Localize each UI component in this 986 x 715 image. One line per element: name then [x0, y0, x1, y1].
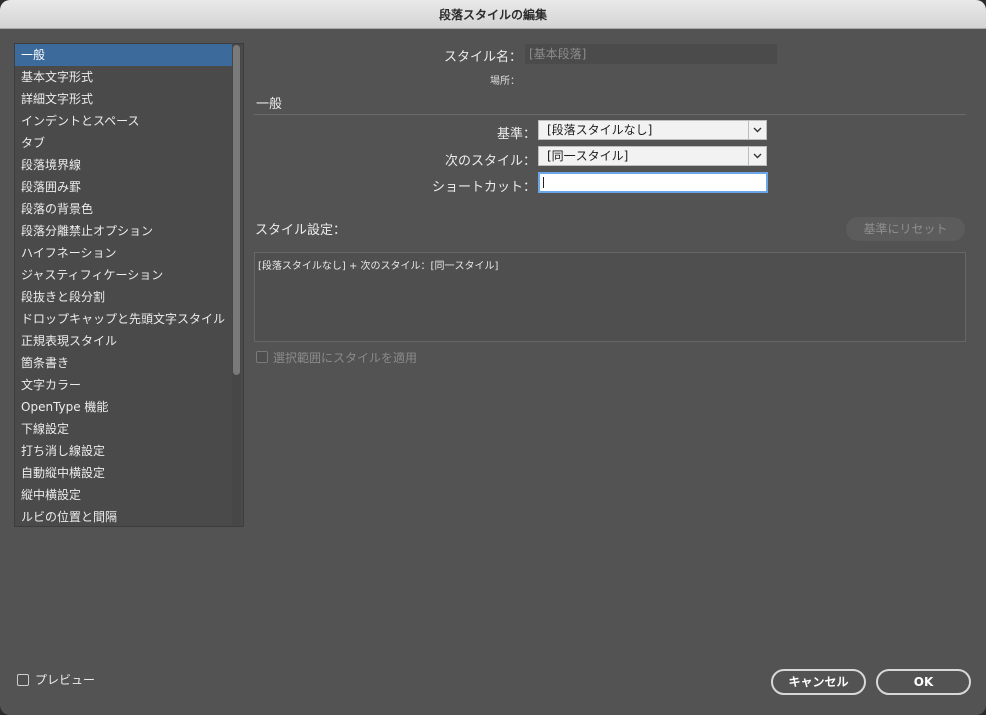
paragraph-style-dialog: 段落スタイルの編集 一般 基本文字形式 詳細文字形式 インデントとスペース タブ 段落境界…	[0, 0, 986, 715]
scrollbar-thumb[interactable]	[233, 45, 240, 375]
sidebar-item[interactable]: 段落境界線	[15, 154, 233, 176]
section-title: 一般	[256, 97, 283, 112]
sidebar-item[interactable]: 自動縦中横設定	[15, 462, 233, 484]
shortcut-label: ショートカット：	[431, 180, 536, 195]
next-style-value: [同一スタイル]	[547, 149, 629, 163]
apply-to-selection-checkbox[interactable]	[256, 351, 268, 363]
ok-button[interactable]: OK	[876, 669, 971, 695]
style-name-label: スタイル名：	[443, 50, 522, 65]
sidebar-item[interactable]: 段落の背景色	[15, 198, 233, 220]
based-on-value: [段落スタイルなし]	[547, 123, 653, 137]
sidebar-item[interactable]: ハイフネーション	[15, 242, 233, 264]
sidebar-item[interactable]: タブ	[15, 132, 233, 154]
sidebar-item[interactable]: 箇条書き	[15, 352, 233, 374]
section-divider	[254, 114, 966, 115]
sidebar-item[interactable]: 下線設定	[15, 418, 233, 440]
chevron-down-icon	[748, 147, 766, 165]
style-settings-label: スタイル設定：	[255, 223, 347, 238]
dialog-title: 段落スタイルの編集	[438, 7, 547, 22]
chevron-down-icon	[748, 121, 766, 139]
sidebar-item[interactable]: ジャスティフィケーション	[15, 264, 233, 286]
sidebar-item[interactable]: OpenType 機能	[15, 396, 233, 418]
next-style-label: 次のスタイル：	[444, 154, 536, 169]
reset-to-base-button[interactable]: 基準にリセット	[846, 217, 965, 241]
based-on-label: 基準：	[496, 127, 536, 142]
next-style-select[interactable]: [同一スタイル]	[538, 146, 767, 166]
sidebar-item[interactable]: 一般	[15, 44, 233, 66]
sidebar-item[interactable]: インデントとスペース	[15, 110, 233, 132]
based-on-select[interactable]: [段落スタイルなし]	[538, 120, 767, 140]
sidebar-item[interactable]: 段落囲み罫	[15, 176, 233, 198]
sidebar-item[interactable]: 基本文字形式	[15, 66, 233, 88]
title-bar: 段落スタイルの編集	[0, 0, 986, 29]
sidebar-item[interactable]: 段抜きと段分割	[15, 286, 233, 308]
style-settings-text: [段落スタイルなし] + 次のスタイル：[同一スタイル]	[258, 261, 499, 272]
category-list-scrollbar[interactable]	[232, 44, 241, 526]
preview-label: プレビュー	[35, 673, 96, 687]
location-label: 場所：	[490, 76, 520, 87]
sidebar-item[interactable]: 段落分離禁止オプション	[15, 220, 233, 242]
sidebar-item[interactable]: 詳細文字形式	[15, 88, 233, 110]
sidebar-item[interactable]: 文字カラー	[15, 374, 233, 396]
style-settings-box: [段落スタイルなし] + 次のスタイル：[同一スタイル]	[254, 252, 966, 342]
sidebar-item[interactable]: 正規表現スタイル	[15, 330, 233, 352]
apply-to-selection-label: 選択範囲にスタイルを適用	[273, 351, 418, 365]
category-list: 一般 基本文字形式 詳細文字形式 インデントとスペース タブ 段落境界線 段落囲み罫 段落の背…	[14, 43, 244, 527]
sidebar-item[interactable]: ドロップキャップと先頭文字スタイル	[15, 308, 233, 330]
sidebar-item[interactable]: 打ち消し線設定	[15, 440, 233, 462]
cancel-button[interactable]: キャンセル	[771, 669, 866, 695]
category-list-items: 一般 基本文字形式 詳細文字形式 インデントとスペース タブ 段落境界線 段落囲み罫 段落の背…	[15, 44, 233, 526]
sidebar-item[interactable]: 縦中横設定	[15, 484, 233, 506]
preview-checkbox[interactable]	[17, 674, 29, 686]
text-caret	[543, 177, 544, 188]
sidebar-item[interactable]: ルビの位置と間隔	[15, 506, 233, 526]
shortcut-input[interactable]	[538, 172, 768, 193]
style-name-field[interactable]: [基本段落]	[525, 44, 777, 64]
